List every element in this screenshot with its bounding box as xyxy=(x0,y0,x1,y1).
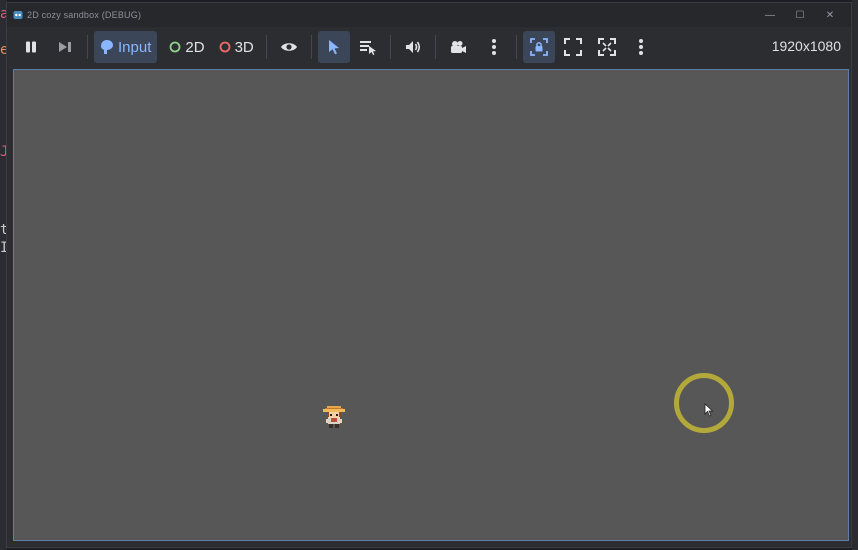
list-select-button[interactable] xyxy=(352,31,384,63)
background-editor-strip-right xyxy=(852,0,858,550)
mode-2d-button[interactable]: 2D xyxy=(163,31,210,63)
toolbar-separator xyxy=(310,35,312,59)
camera-override-button[interactable] xyxy=(442,31,474,63)
circle-3d-icon xyxy=(219,41,230,53)
toolbar-separator xyxy=(434,35,436,59)
game-window: 2D cozy sandbox (DEBUG) — ☐ ✕ Input 2D 3… xyxy=(6,2,852,548)
circle-2d-icon xyxy=(169,41,181,53)
pointer-arrow-icon xyxy=(328,40,339,55)
viewport-options-button[interactable] xyxy=(625,31,657,63)
resolution-label: 1920x1080 xyxy=(771,38,841,54)
kebab-menu-icon xyxy=(491,39,496,55)
debug-toolbar: Input 2D 3D xyxy=(7,29,851,65)
mode-3d-label: 3D xyxy=(234,38,254,56)
expand-icon xyxy=(563,38,582,56)
camera-icon xyxy=(450,41,466,53)
expand-viewport-button[interactable] xyxy=(557,31,589,63)
player-character-sprite[interactable] xyxy=(319,403,349,433)
speaker-icon xyxy=(405,41,420,53)
maximize-button[interactable]: ☐ xyxy=(785,3,815,27)
godot-logo-icon xyxy=(13,11,23,19)
game-viewport[interactable] xyxy=(13,69,849,541)
eye-icon xyxy=(280,43,297,51)
mode-3d-button[interactable]: 3D xyxy=(213,31,260,63)
next-frame-button[interactable] xyxy=(49,31,81,63)
pause-button[interactable] xyxy=(15,31,47,63)
fullscreen-icon xyxy=(597,38,616,56)
toolbar-separator xyxy=(87,35,88,59)
toolbar-separator xyxy=(389,35,391,59)
toolbar-separator xyxy=(515,35,517,59)
visibility-button[interactable] xyxy=(273,31,305,63)
window-controls: — ☐ ✕ xyxy=(755,3,845,27)
keep-aspect-button[interactable] xyxy=(522,31,555,63)
close-button[interactable]: ✕ xyxy=(815,3,845,27)
select-tool-button[interactable] xyxy=(317,31,350,63)
step-forward-icon xyxy=(59,42,71,52)
minimize-button[interactable]: — xyxy=(755,3,785,27)
kebab-menu-icon xyxy=(638,39,643,55)
input-mode-button[interactable]: Input xyxy=(94,31,158,63)
locked-aspect-icon xyxy=(529,38,548,56)
mute-audio-button[interactable] xyxy=(397,31,429,63)
list-pointer-icon xyxy=(359,41,376,55)
window-title: 2D cozy sandbox (DEBUG) xyxy=(27,10,142,20)
more-options-button[interactable] xyxy=(478,31,510,63)
mouse-cursor-icon xyxy=(704,403,714,417)
fullscreen-button[interactable] xyxy=(591,31,623,63)
pause-icon xyxy=(26,41,36,53)
mode-2d-label: 2D xyxy=(185,38,205,56)
input-mode-label: Input xyxy=(118,38,152,56)
title-bar: 2D cozy sandbox (DEBUG) — ☐ ✕ xyxy=(7,3,851,27)
input-icon xyxy=(101,40,113,54)
toolbar-separator xyxy=(265,35,267,59)
